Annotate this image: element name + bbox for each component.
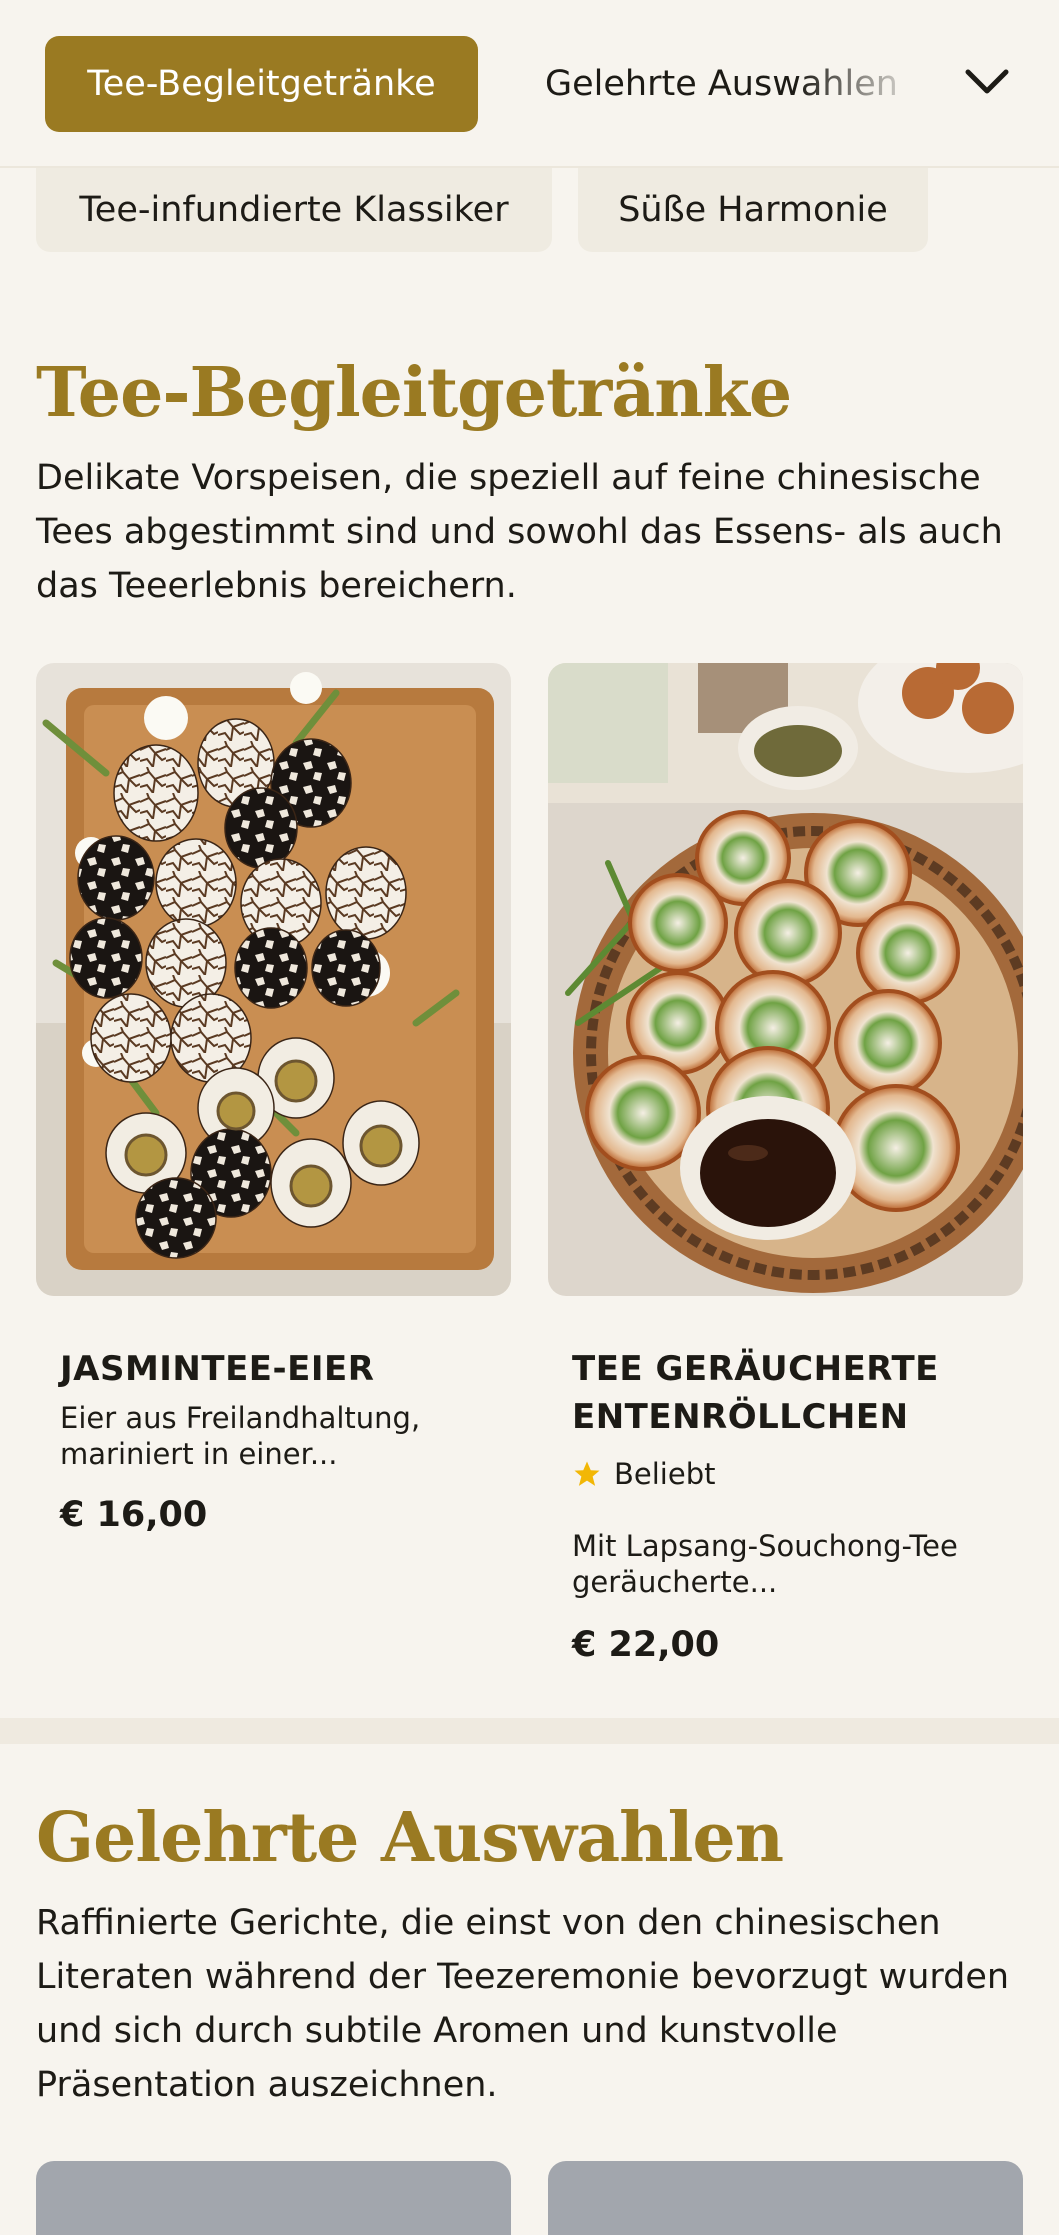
dish-image-jasmintee-eier[interactable]: [36, 663, 511, 1296]
section-divider: [0, 1718, 1059, 1744]
dish-price: € 16,00: [60, 1495, 208, 1535]
badge-label: Beliebt: [614, 1457, 716, 1491]
subcategory-tab-suesse-harmonie[interactable]: Süße Harmonie: [578, 168, 928, 252]
category-tab-label: Tee-Begleitgetränke: [87, 64, 436, 104]
section-title: Tee-Begleitgetränke: [36, 353, 792, 433]
category-tab-gelehrte-auswahlen[interactable]: Gelehrte Auswahlen: [545, 36, 905, 132]
subcategory-tab-tee-infundierte-klassiker[interactable]: Tee-infundierte Klassiker: [36, 168, 552, 252]
section-description: Delikate Vorspeisen, die speziell auf fe…: [36, 458, 1003, 606]
popular-badge: Beliebt: [572, 1457, 715, 1491]
chevron-down-icon[interactable]: [962, 60, 1012, 104]
section-title: Gelehrte Auswahlen: [36, 1798, 784, 1878]
category-tab-label: Gelehrte Auswahlen: [545, 64, 898, 104]
dish-name[interactable]: TEE GERÄUCHERTE ENTENRÖLLCHEN: [572, 1345, 1002, 1441]
dish-description: Eier aus Freilandhaltung, mariniert in e…: [60, 1401, 421, 1471]
subcategory-tab-label: Tee-infundierte Klassiker: [79, 190, 509, 230]
dish-description: Mit Lapsang-Souchong-Tee geräucherte...: [572, 1529, 958, 1599]
dish-image-placeholder[interactable]: [36, 2161, 511, 2235]
dish-image-tee-geraeucherte-entenroellchen[interactable]: [548, 663, 1023, 1296]
dish-image-placeholder[interactable]: [548, 2161, 1023, 2235]
category-tab-tee-begleitgetraenke[interactable]: Tee-Begleitgetränke: [45, 36, 478, 132]
subcategory-nav: Tee-infundierte Klassiker Süße Harmonie: [0, 168, 1059, 258]
dish-price: € 22,00: [572, 1625, 720, 1665]
star-icon: [574, 1461, 600, 1486]
subcategory-tab-label: Süße Harmonie: [618, 190, 888, 230]
category-nav: Tee-Begleitgetränke Gelehrte Auswahlen: [0, 0, 1059, 168]
dish-name[interactable]: JASMINTEE-EIER: [60, 1345, 490, 1393]
section-description: Raffinierte Gerichte, die einst von den …: [36, 1903, 1010, 2105]
